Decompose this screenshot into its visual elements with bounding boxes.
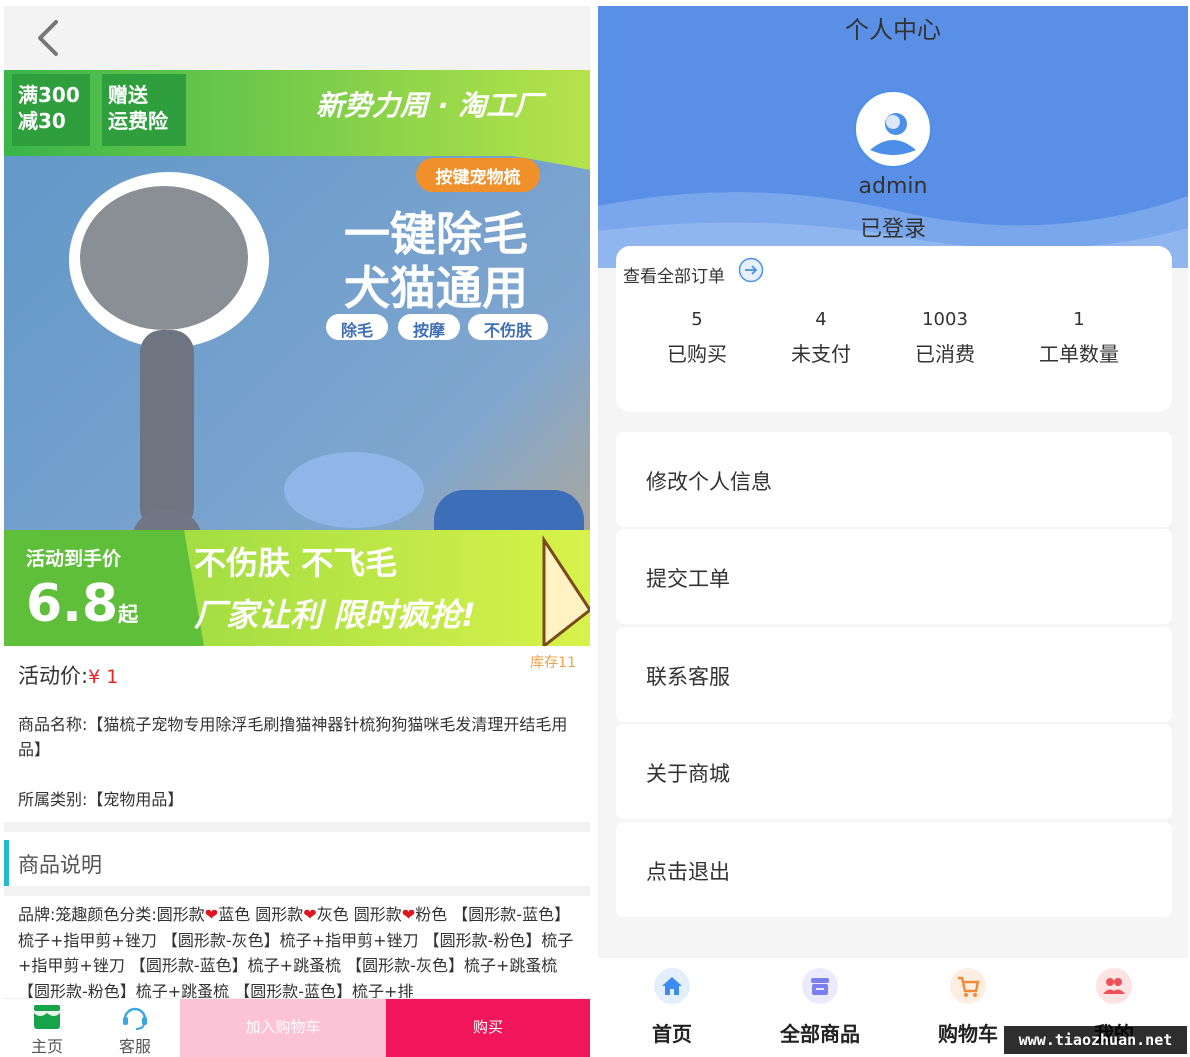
menu-label: 联系客服 <box>646 665 730 689</box>
tab-cart[interactable]: 购物车 <box>918 958 1018 1057</box>
tab-all-products[interactable]: 全部商品 <box>770 958 870 1057</box>
customer-service-button[interactable]: 客服 <box>100 999 170 1057</box>
stat-tickets[interactable]: 1 工单数量 <box>1019 308 1139 367</box>
feature-pill-1: 除毛 <box>340 321 373 340</box>
stat-label: 已消费 <box>915 342 975 366</box>
personal-center-panel: 个人中心 admin 已登录 查看全部订单 5 已购买 4 未支付 1003 已… <box>598 6 1188 1057</box>
page-title: 个人中心 <box>845 16 941 44</box>
store-icon <box>802 968 838 1004</box>
login-status: 已登录 <box>859 217 926 242</box>
home-button[interactable]: 主页 <box>12 999 82 1057</box>
service-label: 客服 <box>118 1037 151 1056</box>
price-row: 活动价:¥ 1 <box>18 660 118 690</box>
deal-label: 活动到手价 <box>26 548 122 570</box>
menu-about-store[interactable]: 关于商城 <box>616 724 1172 819</box>
users-icon <box>1096 968 1132 1004</box>
stat-spent[interactable]: 1003 已消费 <box>885 308 1005 367</box>
stat-unpaid[interactable]: 4 未支付 <box>761 308 881 367</box>
product-banner-image: 满300 减30 赠送 运费险 新势力周 · 淘工厂 按键宠物梳 一键除毛 犬猫… <box>4 70 590 646</box>
menu-logout[interactable]: 点击退出 <box>616 822 1172 917</box>
promo-badge-discount-line1: 满300 <box>18 83 80 107</box>
home-icon <box>654 968 690 1004</box>
profile-hero: 个人中心 admin 已登录 <box>598 6 1188 268</box>
feature-pill-2: 按摩 <box>412 321 445 340</box>
product-tag: 按键宠物梳 <box>435 168 521 188</box>
top-bar <box>4 6 590 70</box>
heart-icon: ❤ <box>303 905 317 924</box>
divider <box>4 886 590 896</box>
menu-contact-service[interactable]: 联系客服 <box>616 627 1172 722</box>
back-chevron-icon[interactable] <box>32 18 64 58</box>
description-body: 品牌:笼趣颜色分类:圆形款❤蓝色 圆形款❤灰色 圆形款❤粉色 【圆形款-蓝色】梳… <box>18 902 580 1004</box>
stat-label: 未支付 <box>791 342 851 366</box>
promo-badge-discount-line2: 减30 <box>18 109 66 133</box>
product-action-bar: 主页 客服 加入购物车 购买 <box>4 998 590 1057</box>
headset-icon <box>123 1007 147 1030</box>
product-category: 所属类别:【宠物用品】 <box>18 790 184 809</box>
description-title: 商品说明 <box>18 853 102 877</box>
menu-label: 提交工单 <box>646 567 730 591</box>
stat-value: 1 <box>1073 309 1085 330</box>
menu-submit-ticket[interactable]: 提交工单 <box>616 529 1172 624</box>
divider <box>4 822 590 832</box>
product-detail-panel: 满300 减30 赠送 运费险 新势力周 · 淘工厂 按键宠物梳 一键除毛 犬猫… <box>4 6 590 1057</box>
description-text-3: 灰色 圆形款 <box>316 905 402 924</box>
accent-bar <box>4 840 9 886</box>
avatar[interactable] <box>854 90 932 168</box>
menu-label: 修改个人信息 <box>646 470 772 494</box>
view-all-orders-link[interactable]: 查看全部订单 <box>623 262 725 287</box>
tab-label: 全部商品 <box>780 1022 860 1046</box>
cart-icon <box>950 968 986 1004</box>
stat-value: 5 <box>691 309 703 330</box>
add-to-cart-button[interactable]: 加入购物车 <box>180 999 386 1057</box>
tab-home[interactable]: 首页 <box>622 958 722 1057</box>
feature-pill-3: 不伤肤 <box>483 321 532 340</box>
deal-price-suffix: 起 <box>118 602 139 626</box>
username: admin <box>858 174 928 199</box>
arrow-right-circle-icon[interactable] <box>738 257 764 283</box>
description-header: 商品说明 <box>4 840 590 886</box>
price-value: ¥ 1 <box>88 666 119 688</box>
brand-line: 新势力周 · 淘工厂 <box>316 89 543 122</box>
home-label: 主页 <box>30 1037 63 1056</box>
stat-label: 工单数量 <box>1039 342 1119 366</box>
stat-purchased[interactable]: 5 已购买 <box>637 308 757 367</box>
stat-value: 4 <box>815 309 827 330</box>
tab-label: 首页 <box>652 1022 692 1046</box>
shop-icon <box>34 1005 60 1029</box>
user-icon <box>860 96 926 162</box>
description-text-2: 蓝色 圆形款 <box>218 905 304 924</box>
slogan-2: 厂家让利 限时疯抢! <box>194 596 476 634</box>
promo-badge-gift-line2: 运费险 <box>108 109 168 133</box>
menu-edit-profile[interactable]: 修改个人信息 <box>616 432 1172 527</box>
menu-label: 关于商城 <box>646 762 730 786</box>
deal-price: 6.8起 <box>26 574 138 634</box>
heart-icon: ❤ <box>401 905 416 924</box>
deal-price-value: 6.8 <box>26 574 119 634</box>
stock-count: 库存11 <box>530 655 576 671</box>
menu-label: 点击退出 <box>646 860 730 884</box>
slogan-1: 不伤肤 不飞毛 <box>194 544 398 582</box>
promo-badge-gift-line1: 赠送 <box>108 83 148 107</box>
price-label: 活动价: <box>18 664 89 688</box>
heart-icon: ❤ <box>204 905 219 924</box>
tab-label: 购物车 <box>938 1022 998 1046</box>
watermark: www.tiaozhuan.net <box>1004 1026 1187 1054</box>
headline-2: 犬猫通用 <box>344 261 528 315</box>
order-summary-card: 查看全部订单 5 已购买 4 未支付 1003 已消费 1 工单数量 <box>616 246 1172 412</box>
description-text-1: 品牌:笼趣颜色分类:圆形款 <box>18 905 205 924</box>
stat-label: 已购买 <box>667 342 727 366</box>
buy-button[interactable]: 购买 <box>386 999 590 1057</box>
stat-value: 1003 <box>922 309 968 330</box>
product-name: 商品名称:【猫梳子宠物专用除浮毛刷撸猫神器针梳狗狗猫咪毛发清理开结毛用品】 <box>18 715 568 759</box>
